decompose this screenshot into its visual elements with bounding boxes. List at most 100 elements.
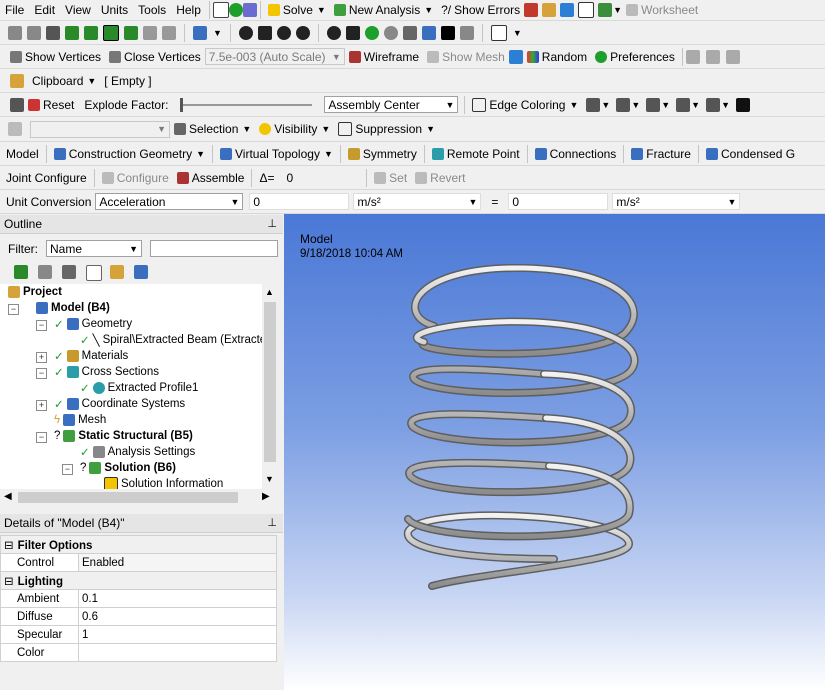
axis-icon[interactable] — [508, 49, 523, 64]
show-errors-button[interactable]: ?/Show Errors — [437, 0, 524, 20]
filter-combo[interactable]: Name ▼ — [46, 240, 142, 257]
worksheet-button[interactable]: Worksheet — [622, 0, 702, 20]
body-select-icon[interactable] — [124, 25, 138, 40]
wireframe-button[interactable]: Wireframe — [345, 47, 423, 67]
element-select-icon[interactable] — [162, 25, 176, 40]
legend-icon[interactable] — [440, 25, 455, 40]
menu-help[interactable]: Help — [171, 0, 206, 20]
edge-select-icon[interactable] — [84, 25, 98, 40]
selection-button[interactable]: Selection ▼ — [170, 119, 255, 139]
tree-node-materials[interactable]: ✓ Materials — [54, 348, 128, 364]
named-selection-icon[interactable] — [8, 122, 22, 136]
menu-tools[interactable]: Tools — [133, 0, 171, 20]
scroll-down-icon[interactable]: ▼ — [265, 474, 274, 484]
connections-button[interactable]: Connections — [531, 144, 621, 164]
tree-node-mesh[interactable]: ϟ Mesh — [54, 412, 106, 428]
folder-icon[interactable] — [110, 265, 124, 279]
chart-icon[interactable] — [560, 3, 575, 17]
iso-view-icon[interactable] — [402, 25, 417, 40]
expand-tree-icon[interactable] — [86, 265, 102, 281]
collapse-toggle[interactable]: − — [36, 432, 47, 443]
expand-toggle[interactable]: + — [36, 400, 47, 411]
fracture-button[interactable]: Fracture — [627, 144, 695, 164]
tree-node-project[interactable]: Project — [8, 284, 62, 300]
scale-combo[interactable]: 7.5e-003 (Auto Scale) ▼ — [204, 48, 345, 65]
tree-node-solution[interactable]: ? Solution (B6) — [80, 460, 176, 476]
show-mesh-button[interactable]: Show Mesh — [423, 47, 509, 67]
edge-style-icon[interactable] — [586, 97, 601, 112]
quantity-combo[interactable]: Acceleration ▼ — [95, 193, 244, 210]
edit-tree-icon[interactable] — [38, 265, 52, 279]
visibility-button[interactable]: Visibility ▼ — [255, 119, 334, 139]
tree-node-profile[interactable]: ✓ Extracted Profile1 — [80, 380, 198, 396]
show-vertices-button[interactable]: Show Vertices — [6, 47, 105, 67]
close-vertices-button[interactable]: Close Vertices — [105, 47, 205, 67]
collapse-toggle[interactable]: − — [8, 304, 19, 315]
edge-style-x-icon[interactable] — [706, 97, 721, 112]
zoom-out-icon[interactable] — [383, 25, 398, 40]
probe-icon[interactable] — [736, 97, 750, 112]
clipboard-button[interactable]: Clipboard ▼ — [28, 71, 100, 91]
collapse-tree-icon[interactable] — [62, 265, 76, 279]
menu-view[interactable]: View — [60, 0, 96, 20]
details-row[interactable]: Control Enabled — [0, 553, 277, 572]
zoom-fit-icon[interactable] — [326, 25, 341, 40]
check-icon[interactable] — [228, 3, 243, 17]
reset-button[interactable]: Reset — [24, 95, 78, 115]
refresh-tree-icon[interactable] — [14, 265, 28, 279]
zoom-in-icon[interactable] — [364, 25, 379, 40]
edge-style-2-icon[interactable] — [646, 97, 661, 112]
virtual-topology-button[interactable]: Virtual Topology ▼ — [216, 144, 337, 164]
assembly-center-combo[interactable]: Assembly Center ▼ — [324, 96, 459, 113]
extend-icon[interactable] — [193, 25, 207, 40]
pin-icon[interactable]: ⊥ — [267, 516, 277, 529]
scroll-right-icon[interactable]: ▶ — [262, 491, 270, 502]
dimension-vertical-icon[interactable] — [705, 49, 720, 64]
image-icon[interactable] — [598, 3, 613, 17]
preferences-button[interactable]: Preferences — [591, 47, 679, 67]
expand-toggle[interactable]: + — [36, 352, 47, 363]
pin-icon[interactable]: ⊥ — [267, 217, 277, 230]
explode-icon[interactable] — [10, 97, 24, 112]
face-select-icon[interactable] — [103, 24, 119, 41]
tree-vertical-scrollbar[interactable]: ▲ ▼ — [262, 284, 278, 489]
random-button[interactable]: Random — [523, 47, 591, 67]
assemble-button[interactable]: Assemble — [173, 168, 249, 188]
collapse-toggle[interactable]: − — [62, 464, 73, 475]
collapse-toggle[interactable]: − — [36, 368, 47, 379]
slider-thumb[interactable] — [180, 97, 184, 112]
scroll-thumb[interactable] — [264, 302, 276, 462]
explode-slider[interactable] — [180, 97, 313, 112]
filter-search-input[interactable] — [150, 240, 278, 257]
tree-node-coordinate-systems[interactable]: ✓ Coordinate Systems — [54, 396, 185, 412]
scroll-up-icon[interactable]: ▲ — [265, 287, 274, 297]
zoom-all-icon[interactable] — [345, 25, 360, 40]
display-icon[interactable] — [421, 25, 436, 40]
rotate-icon[interactable] — [238, 25, 253, 40]
graphics-viewport[interactable]: Model 9/18/2018 10:04 AM — [284, 214, 825, 690]
details-group[interactable]: ⊟ Lighting — [0, 571, 277, 590]
named-selection-combo[interactable]: ▼ — [30, 120, 170, 138]
details-row[interactable]: Color — [0, 643, 277, 662]
select-point-icon[interactable] — [8, 25, 22, 40]
text-icon[interactable] — [578, 2, 595, 18]
symmetry-button[interactable]: Symmetry — [344, 144, 421, 164]
configure-button[interactable]: Configure — [98, 168, 173, 188]
menu-units[interactable]: Units — [96, 0, 133, 20]
select-mode-icon[interactable] — [27, 25, 41, 40]
construction-geometry-button[interactable]: Construction Geometry ▼ — [50, 144, 209, 164]
details-row[interactable]: Diffuse 0.6 — [0, 607, 277, 626]
new-analysis-button[interactable]: New Analysis ▼ — [330, 0, 437, 20]
menu-file[interactable]: File — [0, 0, 29, 20]
set-button[interactable]: Set — [370, 168, 411, 188]
remote-point-button[interactable]: Remote Point — [428, 144, 524, 164]
unit-combo-2[interactable]: m/s² ▼ — [612, 193, 741, 210]
condensed-geometry-button[interactable]: Condensed G — [702, 144, 799, 164]
edge-style-3-icon[interactable] — [676, 97, 691, 112]
value-input-2[interactable]: 0 — [508, 193, 609, 210]
tree-node-geometry[interactable]: ✓ Geometry — [54, 316, 132, 332]
tree-horizontal-scrollbar[interactable]: ◀ ▶ — [0, 489, 278, 506]
tool-icon[interactable] — [524, 3, 539, 17]
menu-edit[interactable]: Edit — [29, 0, 60, 20]
edge-coloring-button[interactable]: Edge Coloring ▼ — [468, 95, 582, 115]
